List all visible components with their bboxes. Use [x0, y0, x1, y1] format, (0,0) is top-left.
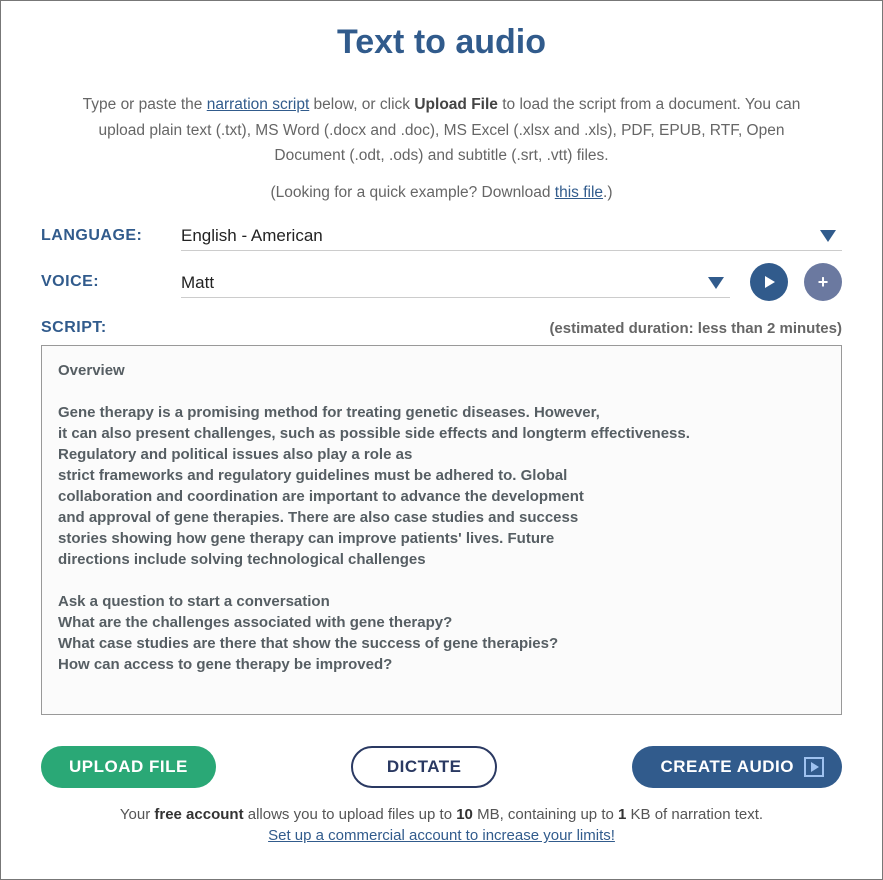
footer-segment: MB, containing up to — [473, 806, 618, 823]
footer-text: Your free account allows you to upload f… — [41, 806, 842, 844]
intro-segment: Type or paste the — [83, 96, 207, 113]
create-audio-label: CREATE AUDIO — [660, 757, 794, 777]
page-title: Text to audio — [41, 23, 842, 62]
action-button-row: UPLOAD FILE DICTATE CREATE AUDIO — [41, 746, 842, 788]
add-voice-button[interactable]: + — [804, 263, 842, 301]
intro-segment: below, or click — [309, 96, 414, 113]
script-label: SCRIPT: — [41, 319, 107, 337]
footer-strong: 10 — [456, 806, 473, 823]
preview-voice-button[interactable] — [750, 263, 788, 301]
footer-segment: Your — [120, 806, 154, 823]
language-select[interactable]: English - American — [181, 220, 842, 251]
language-selected-value: English - American — [181, 226, 323, 246]
create-audio-button[interactable]: CREATE AUDIO — [632, 746, 842, 788]
upload-file-strong: Upload File — [414, 96, 498, 113]
language-row: LANGUAGE: English - American — [41, 220, 842, 251]
example-line: (Looking for a quick example? Download t… — [41, 184, 842, 202]
voice-selected-value: Matt — [181, 273, 214, 293]
footer-segment: allows you to upload files up to — [244, 806, 457, 823]
upload-file-button[interactable]: UPLOAD FILE — [41, 746, 216, 788]
voice-row: VOICE: Matt + — [41, 263, 842, 301]
footer-strong: free account — [154, 806, 243, 823]
estimated-duration: (estimated duration: less than 2 minutes… — [549, 320, 842, 337]
play-icon — [811, 762, 819, 772]
chevron-down-icon — [708, 277, 724, 289]
dictate-button[interactable]: DICTATE — [351, 746, 498, 788]
voice-label: VOICE: — [41, 273, 171, 291]
example-segment: .) — [603, 184, 612, 201]
play-box-icon — [804, 757, 824, 777]
narration-script-link[interactable]: narration script — [207, 96, 310, 113]
footer-segment: KB of narration text. — [626, 806, 763, 823]
language-label: LANGUAGE: — [41, 227, 171, 245]
script-textarea[interactable] — [41, 345, 842, 715]
intro-text: Type or paste the narration script below… — [62, 92, 822, 169]
chevron-down-icon — [820, 230, 836, 242]
download-example-link[interactable]: this file — [555, 184, 603, 201]
play-icon — [765, 276, 775, 288]
commercial-account-link[interactable]: Set up a commercial account to increase … — [41, 827, 842, 844]
example-segment: (Looking for a quick example? Download — [270, 184, 554, 201]
voice-select[interactable]: Matt — [181, 267, 730, 298]
plus-icon: + — [818, 273, 829, 291]
script-header-row: SCRIPT: (estimated duration: less than 2… — [41, 319, 842, 337]
